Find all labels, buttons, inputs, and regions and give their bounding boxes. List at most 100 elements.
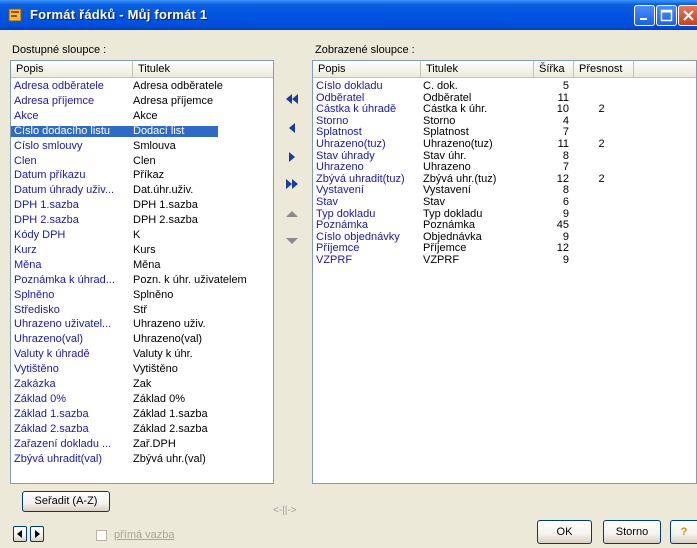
- move-left-button[interactable]: [281, 117, 303, 139]
- list-item[interactable]: VZPRF VZPRF 9: [313, 255, 696, 266]
- column-header-popis[interactable]: Popis: [11, 61, 133, 78]
- splitter-label[interactable]: <-||->: [273, 505, 297, 516]
- list-item[interactable]: Vystavení Vystavení 8: [313, 185, 696, 196]
- scroll-right-button[interactable]: [30, 526, 44, 542]
- displayed-columns-list[interactable]: Popis Titulek Šířka Přesnost Číslo dokla…: [312, 60, 697, 484]
- list-item[interactable]: Uhrazeno(tuz) Uhrazeno(tuz) 11 2: [313, 139, 696, 150]
- cell-titulek: Příkaz: [133, 170, 165, 182]
- list-item[interactable]: Příjemce Příjemce 12: [313, 243, 696, 254]
- close-icon: [683, 10, 694, 21]
- available-columns-list[interactable]: Popis Titulek Adresa odběratele Adresa od…: [10, 60, 274, 484]
- direct-link-checkbox[interactable]: [96, 530, 107, 541]
- list-item[interactable]: Stav Stav 6: [313, 197, 696, 208]
- cell-titulek: Vystavení: [423, 185, 471, 197]
- list-item[interactable]: DPH 1.sazba DPH 1.sazba: [11, 200, 273, 211]
- column-header-titulek[interactable]: Titulek: [421, 61, 534, 78]
- cell-titulek: Adresa odběratele: [133, 81, 223, 92]
- list-item[interactable]: Poznámka k úhrad... Pozn. k úhr. uživatel…: [11, 275, 273, 286]
- cell-popis: Stav: [316, 197, 339, 208]
- list-item[interactable]: DPH 2.sazba DPH 2.sazba: [11, 215, 273, 226]
- column-header-popis[interactable]: Popis: [313, 61, 421, 78]
- cell-titulek: Splatnost: [423, 127, 469, 139]
- list-item[interactable]: Splněno Splněno: [11, 290, 273, 301]
- move-all-right-button[interactable]: [281, 173, 303, 195]
- list-item[interactable]: Uhrazeno uživatel... Uhrazeno uživ.: [11, 319, 273, 330]
- minimize-button[interactable]: [634, 5, 655, 26]
- cell-sirka: 45: [556, 220, 569, 232]
- list-item[interactable]: Kurz Kurs: [11, 245, 273, 256]
- list-item[interactable]: Kódy DPH K: [11, 230, 273, 241]
- list-item[interactable]: Valuty k úhradě Valuty k úhr.: [11, 349, 273, 360]
- list-item[interactable]: Zakázka Zak: [11, 379, 273, 390]
- cell-titulek: Částka k úhr.: [423, 104, 488, 116]
- help-button[interactable]: ?: [670, 520, 697, 544]
- list-item[interactable]: Storno Storno 4: [313, 116, 696, 127]
- list-item[interactable]: Číslo dodacího listu Dodací list: [11, 125, 218, 137]
- list-item[interactable]: Adresa příjemce Adresa příjemce: [11, 96, 273, 107]
- title-bar[interactable]: Formát řádků - Můj formát 1: [0, 0, 697, 30]
- list-item[interactable]: Číslo smlouvy Smlouva: [11, 141, 273, 152]
- cell-popis: Člen: [14, 155, 37, 167]
- list-item[interactable]: Člen Člen: [11, 156, 273, 167]
- move-down-button[interactable]: [281, 230, 303, 252]
- list-item[interactable]: Zbývá uhradit(val) Zbývá uhr.(val): [11, 454, 273, 465]
- cancel-button[interactable]: Storno: [603, 520, 661, 544]
- maximize-button[interactable]: [656, 5, 677, 26]
- list-item[interactable]: Částka k úhradě Částka k úhr. 10 2: [313, 104, 696, 115]
- cell-sirka: 9: [562, 231, 569, 243]
- list-item[interactable]: Číslo dokladu Č. dok. 5: [313, 81, 696, 92]
- list-item[interactable]: Adresa odběratele Adresa odběratele: [11, 81, 273, 92]
- cell-titulek: Stav úhr.: [423, 150, 467, 162]
- cell-titulek: Uhrazeno uživ.: [133, 319, 206, 331]
- list-item[interactable]: Typ dokladu Typ dokladu 9: [313, 209, 696, 220]
- move-right-button[interactable]: [281, 146, 303, 168]
- move-up-button[interactable]: [281, 203, 303, 225]
- sort-az-button[interactable]: Seřadit (A-Z): [22, 491, 110, 512]
- cell-popis: Uhrazeno(tuz): [316, 139, 386, 150]
- list-item[interactable]: Odběratel Odběratel 11: [313, 93, 696, 104]
- list-item[interactable]: Akce Akce: [11, 111, 273, 122]
- minimize-icon: [640, 18, 647, 20]
- cell-popis: Základ 1.sazba: [14, 408, 89, 420]
- list-item[interactable]: Stav úhrady Stav úhr. 8: [313, 151, 696, 162]
- list-item[interactable]: Základ 0% Základ 0%: [11, 394, 273, 405]
- cell-sirka: 9: [562, 255, 569, 266]
- cell-titulek: Splněno: [133, 289, 174, 301]
- list-item[interactable]: Zbývá uhradit(tuz) Zbývá uhr.(tuz) 12 2: [313, 174, 696, 185]
- list-item[interactable]: Středisko Stř: [11, 305, 273, 316]
- cell-popis: Uhrazeno: [316, 162, 364, 174]
- list-item[interactable]: Základ 2.sazba Základ 2.sazba: [11, 424, 273, 435]
- list-item[interactable]: Datum příkazu Příkaz: [11, 170, 273, 181]
- cell-sirka: 4: [562, 115, 569, 127]
- cell-titulek: Uhrazeno: [423, 162, 471, 174]
- cell-titulek: Č. dok.: [423, 81, 458, 92]
- cell-titulek: K: [133, 230, 141, 241]
- scroll-left-button[interactable]: [13, 526, 27, 542]
- list-item[interactable]: Datum úhrady uživ... Dat.úhr.uživ.: [11, 185, 273, 196]
- cell-popis: Zařazení dokladu ...: [14, 438, 112, 450]
- list-item[interactable]: Vytištěno Vytištěno: [11, 364, 273, 375]
- list-item[interactable]: Uhrazeno Uhrazeno 7: [313, 162, 696, 173]
- cell-titulek: Zbývá uhr.(tuz): [423, 173, 497, 185]
- column-header-presnost[interactable]: Přesnost: [574, 61, 634, 78]
- cell-popis: Základ 0%: [14, 393, 66, 405]
- list-item[interactable]: Splatnost Splatnost 7: [313, 127, 696, 138]
- move-all-left-button[interactable]: [281, 88, 303, 110]
- cell-titulek: Objednávka: [423, 231, 482, 243]
- list-item[interactable]: Základ 1.sazba Základ 1.sazba: [11, 409, 273, 420]
- list-item[interactable]: Měna Měna: [11, 260, 273, 271]
- close-button[interactable]: [678, 5, 697, 26]
- cell-titulek: Adresa příjemce: [133, 95, 214, 107]
- list-item[interactable]: Poznámka Poznámka 45: [313, 220, 696, 231]
- ok-button[interactable]: OK: [537, 520, 592, 544]
- cell-popis: Storno: [316, 115, 349, 127]
- list-item[interactable]: Uhrazeno(val) Uhrazeno(val): [11, 334, 273, 345]
- list-item[interactable]: Číslo objednávky Objednávka 9: [313, 232, 696, 243]
- cell-titulek: Typ dokladu: [423, 208, 483, 220]
- column-header-titulek[interactable]: Titulek: [133, 61, 273, 78]
- cell-sirka: 8: [562, 185, 569, 197]
- list-item[interactable]: Zařazení dokladu ... Zař.DPH: [11, 439, 273, 450]
- column-header-sirka[interactable]: Šířka: [534, 61, 574, 78]
- cell-sirka: 12: [556, 173, 569, 185]
- cell-titulek: Smlouva: [133, 140, 176, 152]
